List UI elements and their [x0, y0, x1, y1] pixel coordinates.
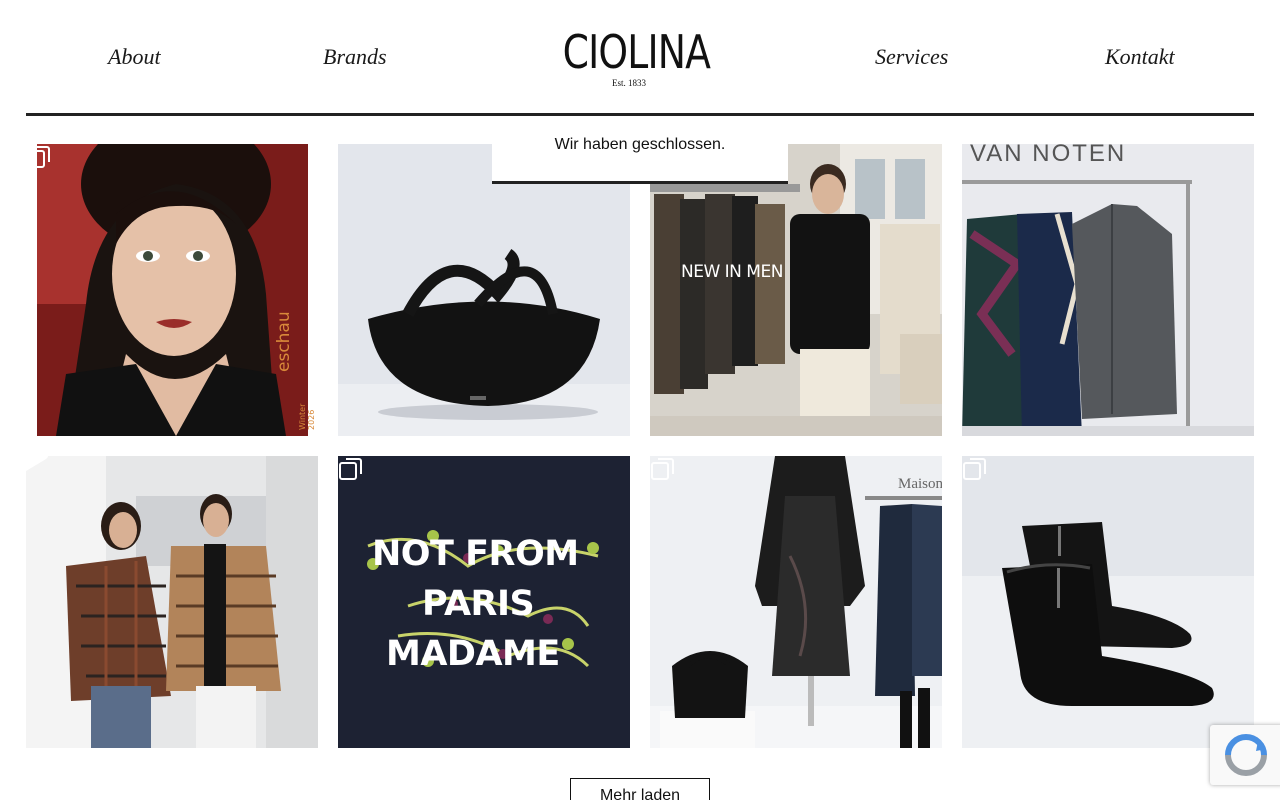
- multiple-images-icon: [339, 458, 362, 480]
- feed-post-1[interactable]: eschau Winter 2026: [26, 144, 318, 436]
- post-4-sign-text: VAN NOTEN: [970, 144, 1127, 167]
- feed-post-7[interactable]: Maison: [650, 456, 942, 748]
- nav-about-link[interactable]: About: [108, 44, 161, 70]
- feed-post-4[interactable]: VAN NOTEN: [962, 144, 1254, 436]
- nav-services-link[interactable]: Services: [875, 44, 948, 70]
- logo-tagline: Est. 1833: [611, 78, 646, 88]
- feed-post-8[interactable]: [962, 456, 1254, 748]
- play-icon: [26, 456, 48, 471]
- post-5-image: [26, 456, 318, 748]
- post-1-cover-subtext: Winter 2026: [298, 403, 316, 430]
- header-divider: [26, 113, 1254, 116]
- multiple-images-icon: [651, 458, 674, 480]
- post-7-sign-text: Maison: [898, 476, 942, 492]
- post-1-image: [26, 144, 318, 436]
- site-logo[interactable]: CIOLINA Est. 1833: [548, 25, 711, 88]
- multiple-images-icon: [27, 146, 50, 168]
- post-4-image: [962, 144, 1254, 436]
- closed-notice: Wir haben geschlossen.: [492, 118, 788, 184]
- logo-wordmark: CIOLINA: [562, 25, 711, 79]
- post-3-overlay-text: NEW IN MEN: [681, 262, 783, 282]
- post-8-image: [962, 456, 1254, 748]
- feed-post-2[interactable]: [338, 144, 630, 436]
- feed-post-3[interactable]: NEW IN MEN: [650, 144, 942, 436]
- nav-kontakt-link[interactable]: Kontakt: [1105, 44, 1175, 70]
- recaptcha-icon: [1225, 734, 1267, 776]
- post-7-image: [650, 456, 942, 748]
- closed-notice-text: Wir haben geschlossen.: [554, 136, 726, 153]
- post-6-line-1: NOT FROM: [372, 534, 579, 574]
- multiple-images-icon: [963, 458, 986, 480]
- site-header: About Brands CIOLINA Est. 1833 Services …: [0, 0, 1280, 118]
- post-2-image: [338, 144, 630, 436]
- post-1-cover-text: eschau: [274, 311, 294, 372]
- post-6-line-3: MADAME: [386, 634, 560, 674]
- post-3-image: [650, 144, 942, 436]
- recaptcha-badge[interactable]: [1210, 725, 1280, 785]
- feed-post-6[interactable]: NOT FROM PARIS MADAME: [338, 456, 630, 748]
- post-6-line-2: PARIS: [422, 584, 535, 624]
- load-more-button[interactable]: Mehr laden: [570, 778, 710, 800]
- nav-brands-link[interactable]: Brands: [323, 44, 387, 70]
- feed-post-5[interactable]: [26, 456, 318, 748]
